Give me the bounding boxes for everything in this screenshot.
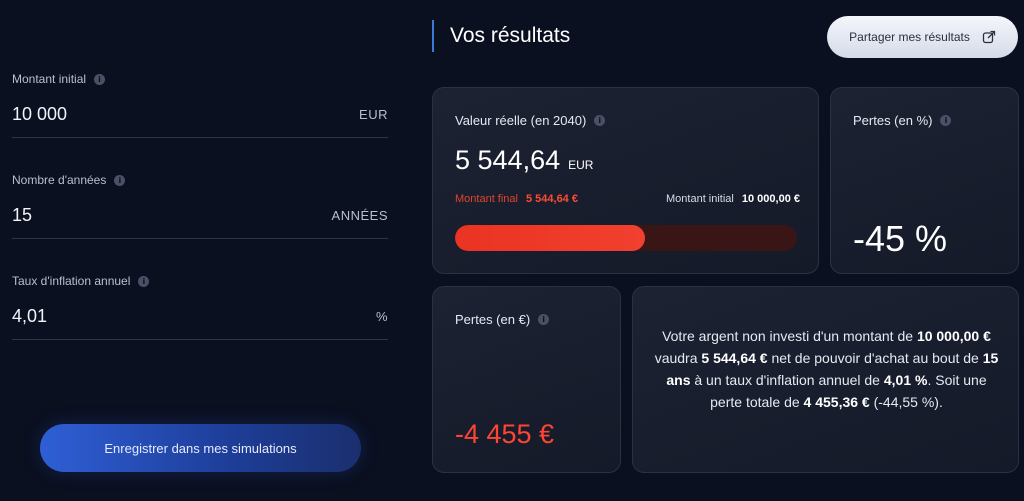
progress-fill — [455, 225, 645, 251]
results-header: Vos résultats — [432, 20, 570, 52]
loss-percent-label: Pertes (en %) — [853, 113, 933, 128]
info-icon[interactable]: i — [114, 174, 126, 186]
progress-track — [455, 225, 797, 251]
real-value-label: Valeur réelle (en 2040) — [455, 113, 587, 128]
years-input[interactable] — [12, 205, 252, 226]
real-value-amount: 5 544,64 — [455, 145, 561, 175]
loss-percent-card: Pertes (en %) i -45 % — [830, 87, 1019, 274]
inflation-rate-label: Taux d'inflation annuel — [12, 274, 131, 288]
save-simulation-button[interactable]: Enregistrer dans mes simulations — [40, 424, 361, 472]
info-icon[interactable]: i — [94, 73, 106, 85]
final-amount-value: 5 544,64 € — [525, 193, 578, 205]
initial-amount-summary-label: Montant initial — [666, 193, 734, 205]
initial-amount-label: Montant initial — [12, 72, 87, 86]
loss-eur-card: Pertes (en €) i -4 455 € — [432, 286, 621, 473]
summary-card: Votre argent non investi d'un montant de… — [632, 286, 1019, 473]
real-value-card: Valeur réelle (en 2040) i 5 544,64 EUR M… — [432, 87, 819, 274]
initial-amount-summary-value: 10 000,00 € — [741, 193, 800, 205]
share-results-button[interactable]: Partager mes résultats — [827, 16, 1018, 58]
share-results-label: Partager mes résultats — [849, 30, 970, 44]
loss-eur-value: -4 455 € — [455, 419, 555, 449]
summary-text: Votre argent non investi d'un montant de… — [654, 328, 999, 410]
initial-amount-field: Montant initial i EUR — [12, 72, 388, 138]
page-title: Vos résultats — [450, 24, 571, 47]
info-icon[interactable]: i — [594, 115, 606, 126]
loss-eur-label: Pertes (en €) — [455, 312, 531, 327]
info-icon[interactable]: i — [940, 115, 952, 126]
years-label: Nombre d'années — [12, 173, 107, 187]
inflation-rate-field: Taux d'inflation annuel i % — [12, 274, 388, 340]
inflation-rate-unit: % — [375, 309, 388, 324]
initial-amount-input[interactable] — [12, 104, 252, 125]
final-amount-label: Montant final — [455, 193, 518, 205]
simulation-form: Montant initial i EUR Nombre d'années i … — [0, 0, 400, 501]
header-accent-bar — [432, 20, 434, 52]
real-value-unit: EUR — [568, 158, 594, 172]
years-unit: ANNÉES — [331, 208, 388, 223]
inflation-rate-input[interactable] — [12, 306, 252, 327]
share-icon — [982, 30, 996, 44]
info-icon[interactable]: i — [138, 275, 150, 287]
initial-amount-unit: EUR — [359, 107, 388, 122]
info-icon[interactable]: i — [538, 314, 550, 325]
loss-percent-value: -45 % — [853, 218, 948, 259]
years-field: Nombre d'années i ANNÉES — [12, 173, 388, 239]
